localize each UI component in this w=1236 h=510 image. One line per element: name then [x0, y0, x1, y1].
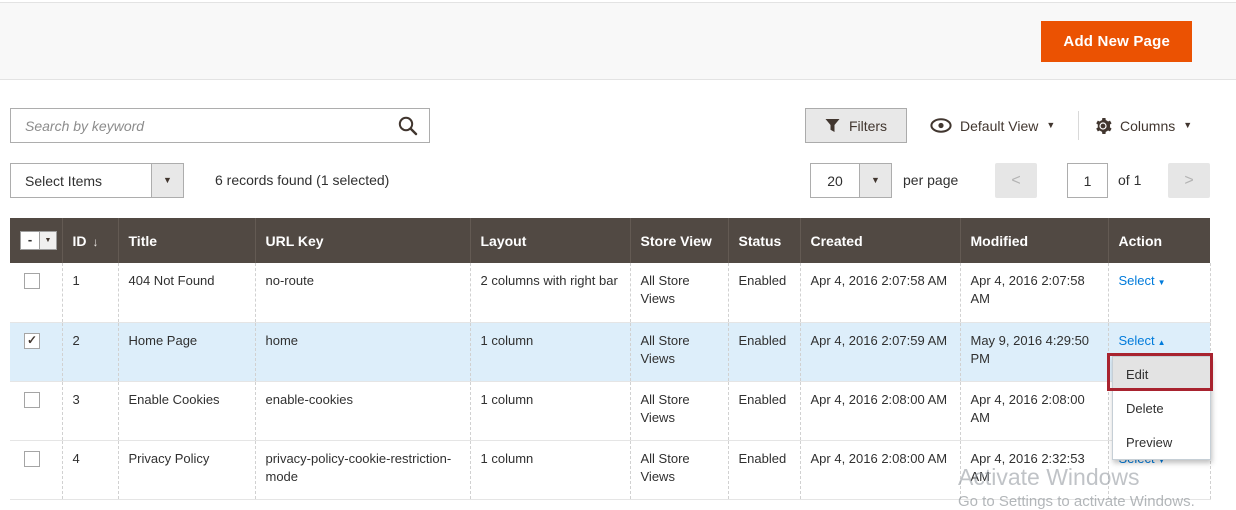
cell-title: 404 Not Found — [118, 263, 255, 322]
cell-modified: Apr 4, 2016 2:08:00 AM — [960, 381, 1108, 440]
menu-item-delete[interactable]: Delete — [1113, 391, 1210, 425]
sort-descending-icon: ↓ — [93, 235, 99, 249]
cell-url-key: enable-cookies — [255, 381, 470, 440]
chevron-down-icon: ▼ — [1046, 121, 1055, 130]
filter-funnel-icon — [825, 118, 840, 133]
menu-item-preview[interactable]: Preview — [1113, 425, 1210, 459]
menu-item-edit[interactable]: Edit — [1113, 357, 1210, 391]
column-header-id[interactable]: ID ↓ — [62, 218, 118, 263]
row-checkbox[interactable] — [24, 392, 40, 408]
cell-created: Apr 4, 2016 2:08:00 AM — [800, 381, 960, 440]
mass-action-caret-button[interactable]: ▼ — [151, 163, 184, 198]
cell-layout: 1 column — [470, 322, 630, 381]
row-checkbox-checked[interactable]: ✓ — [24, 333, 40, 349]
grid-header-row: - ▼ ID↓ Title URL Key Layout Store View … — [10, 218, 1210, 263]
header-label: ID — [73, 233, 87, 249]
cell-modified: Apr 4, 2016 2:07:58 AM — [960, 263, 1108, 322]
cell-url-key: home — [255, 322, 470, 381]
mass-action-dropdown[interactable]: Select Items ▼ — [10, 163, 184, 198]
columns-label: Columns — [1120, 118, 1175, 134]
previous-page-button[interactable]: < — [995, 163, 1037, 198]
chevron-down-icon: ▼ — [45, 237, 52, 244]
columns-selector[interactable]: Columns ▼ — [1094, 108, 1192, 143]
per-page-dropdown[interactable]: 20 ▼ — [810, 163, 892, 198]
column-header-title[interactable]: Title — [118, 218, 255, 263]
add-new-page-button[interactable]: Add New Page — [1041, 21, 1192, 62]
records-summary: 6 records found (1 selected) — [215, 172, 389, 188]
column-header-store-view[interactable]: Store View — [630, 218, 728, 263]
table-row-selected: ✓ 2 Home Page home 1 column All Store Vi… — [10, 322, 1210, 381]
chevron-down-icon: ▼ — [1183, 121, 1192, 130]
cell-created: Apr 4, 2016 2:07:59 AM — [800, 322, 960, 381]
table-row: 1 404 Not Found no-route 2 columns with … — [10, 263, 1210, 322]
cell-id: 2 — [62, 322, 118, 381]
column-header-action: Action — [1108, 218, 1210, 263]
cell-title: Enable Cookies — [118, 381, 255, 440]
row-action-select-open[interactable]: Select▲ — [1119, 333, 1166, 348]
select-all-header: - ▼ — [10, 218, 62, 263]
cell-status: Enabled — [728, 381, 800, 440]
cell-status: Enabled — [728, 263, 800, 322]
column-header-layout[interactable]: Layout — [470, 218, 630, 263]
current-page-input[interactable]: 1 — [1067, 163, 1108, 198]
cell-url-key: no-route — [255, 263, 470, 322]
cell-title: Home Page — [118, 322, 255, 381]
mass-action-label: Select Items — [10, 163, 152, 198]
cell-store-view: All Store Views — [630, 322, 728, 381]
column-header-status[interactable]: Status — [728, 218, 800, 263]
search-icon[interactable] — [397, 115, 419, 137]
cell-created: Apr 4, 2016 2:07:58 AM — [800, 263, 960, 322]
chevron-down-icon: ▼ — [163, 176, 172, 185]
cell-layout: 1 column — [470, 381, 630, 440]
cell-id: 1 — [62, 263, 118, 322]
cell-created: Apr 4, 2016 2:08:00 AM — [800, 440, 960, 499]
view-selector[interactable]: Default View ▼ — [930, 108, 1055, 143]
chevron-down-icon: ▼ — [871, 176, 880, 185]
cell-store-view: All Store Views — [630, 263, 728, 322]
cms-pages-grid: - ▼ ID↓ Title URL Key Layout Store View … — [10, 218, 1210, 500]
page-header-bar: Add New Page — [0, 2, 1236, 80]
chevron-up-icon: ▲ — [1158, 338, 1166, 347]
table-row: 4 Privacy Policy privacy-policy-cookie-r… — [10, 440, 1210, 499]
cell-title: Privacy Policy — [118, 440, 255, 499]
view-label: Default View — [960, 118, 1038, 134]
next-page-button[interactable]: > — [1168, 163, 1210, 198]
column-header-created[interactable]: Created — [800, 218, 960, 263]
search-input[interactable] — [11, 109, 429, 142]
cell-layout: 1 column — [470, 440, 630, 499]
row-checkbox[interactable] — [24, 451, 40, 467]
column-header-url-key[interactable]: URL Key — [255, 218, 470, 263]
cell-status: Enabled — [728, 322, 800, 381]
cell-url-key: privacy-policy-cookie-restriction-mode — [255, 440, 470, 499]
row-action-menu: Edit Delete Preview — [1112, 356, 1211, 460]
cell-layout: 2 columns with right bar — [470, 263, 630, 322]
select-all-dropdown[interactable]: - ▼ — [20, 231, 57, 250]
column-header-modified[interactable]: Modified — [960, 218, 1108, 263]
filters-button[interactable]: Filters — [805, 108, 907, 143]
eye-icon — [930, 118, 952, 133]
toolbar-divider — [1078, 111, 1079, 140]
row-checkbox[interactable] — [24, 273, 40, 289]
per-page-caret-button[interactable]: ▼ — [859, 163, 892, 198]
cell-store-view: All Store Views — [630, 381, 728, 440]
keyword-search — [10, 108, 430, 143]
gear-icon — [1094, 117, 1112, 135]
table-row: 3 Enable Cookies enable-cookies 1 column… — [10, 381, 1210, 440]
cell-store-view: All Store Views — [630, 440, 728, 499]
partial-select-indicator: - — [20, 231, 40, 250]
total-pages-label: of 1 — [1118, 172, 1141, 188]
chevron-down-icon: ▼ — [1158, 278, 1166, 287]
filters-label: Filters — [849, 118, 887, 134]
per-page-label: per page — [903, 172, 958, 188]
row-action-select[interactable]: Select▼ — [1119, 273, 1166, 288]
cell-id: 4 — [62, 440, 118, 499]
select-all-caret-button[interactable]: ▼ — [40, 231, 57, 250]
cell-status: Enabled — [728, 440, 800, 499]
cell-modified: Apr 4, 2016 2:32:53 AM — [960, 440, 1108, 499]
per-page-value: 20 — [810, 163, 860, 198]
cell-id: 3 — [62, 381, 118, 440]
cell-modified: May 9, 2016 4:29:50 PM — [960, 322, 1108, 381]
